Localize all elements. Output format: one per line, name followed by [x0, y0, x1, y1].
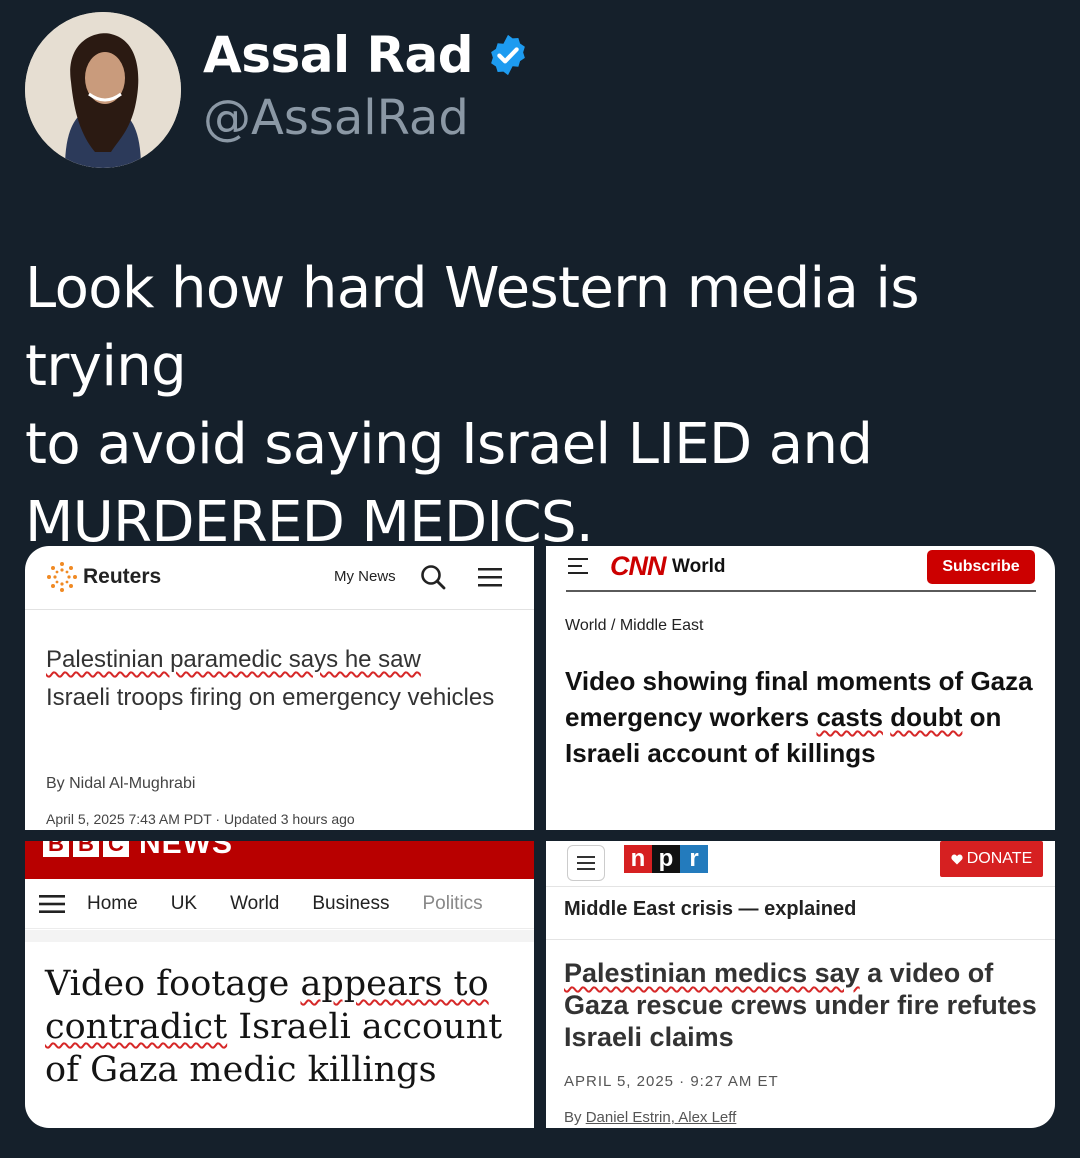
reuters-header: Reuters My News	[25, 546, 534, 610]
bbc-headline-underlined: appears to	[300, 964, 489, 1004]
avatar-photo	[25, 12, 181, 168]
display-name[interactable]: Assal Rad	[203, 26, 531, 84]
bbc-headline-text: Video footage	[45, 964, 301, 1004]
byline-author[interactable]: Nidal Al-Mughrabi	[69, 775, 195, 792]
cnn-headline-underlined: casts	[816, 702, 883, 732]
tweet-text-line: Look how hard Western media is trying	[25, 256, 920, 399]
cnn-screenshot[interactable]: CNN World Subscribe World / Middle East …	[546, 546, 1055, 830]
byline-prefix: By	[46, 775, 70, 792]
bbc-logo-block: C	[103, 841, 129, 857]
byline-authors[interactable]: Daniel Estrin, Alex Leff	[586, 1109, 737, 1126]
reuters-logo: Reuters	[45, 560, 161, 594]
search-icon[interactable]	[419, 563, 447, 591]
nav-item-business[interactable]: Business	[312, 893, 389, 915]
npr-screenshot[interactable]: n p r DONATE Middle East crisis — explai…	[546, 841, 1055, 1128]
npr-headline-underlined: Palestinian medics say	[564, 958, 860, 988]
divider	[25, 930, 534, 942]
verified-badge-icon	[491, 34, 525, 76]
divider	[566, 590, 1036, 592]
reuters-headline-underlined: Palestinian paramedic says he saw	[46, 646, 421, 673]
cnn-section-label[interactable]: World	[672, 556, 725, 578]
reuters-byline: By Nidal Al-Mughrabi	[46, 775, 195, 793]
cnn-headline-underlined: doubt	[890, 702, 963, 732]
divider	[546, 939, 1055, 940]
bbc-screenshot[interactable]: B B C NEWS Home UK World Business Politi…	[25, 841, 534, 1128]
heart-icon	[951, 854, 963, 864]
nav-item-home[interactable]: Home	[87, 893, 138, 915]
cnn-logo[interactable]: CNN	[610, 551, 666, 582]
menu-icon[interactable]	[568, 556, 590, 576]
reuters-screenshot[interactable]: Reuters My News Palestinian paramedic sa…	[25, 546, 534, 830]
display-name-text[interactable]: Assal Rad	[203, 26, 474, 84]
menu-button[interactable]	[567, 845, 605, 881]
nav-item-politics[interactable]: Politics	[422, 893, 482, 915]
npr-logo-letter: n	[624, 845, 652, 873]
tweet-text-line: to avoid saying Israel LIED and	[25, 412, 873, 477]
menu-icon[interactable]	[39, 894, 65, 914]
donate-button[interactable]: DONATE	[940, 841, 1043, 877]
breadcrumb[interactable]: World / Middle East	[565, 617, 703, 635]
npr-logo[interactable]: n p r	[624, 845, 708, 873]
tweet-text: Look how hard Western media is trying to…	[25, 250, 1065, 562]
bbc-nav: Home UK World Business Politics	[25, 879, 534, 929]
reuters-brand: Reuters	[83, 565, 162, 588]
menu-icon[interactable]	[477, 566, 503, 588]
byline-prefix: By	[564, 1109, 586, 1126]
npr-byline: By Daniel Estrin, Alex Leff	[564, 1109, 736, 1126]
user-handle[interactable]: @AssalRad	[203, 90, 469, 146]
reuters-headline[interactable]: Palestinian paramedic says he saw Israel…	[46, 641, 496, 717]
bbc-logo-block: B	[43, 841, 69, 857]
npr-date: APRIL 5, 2025 · 9:27 AM ET	[564, 1073, 779, 1090]
bbc-header: B B C NEWS	[25, 841, 534, 879]
bbc-logo-block: B	[73, 841, 99, 857]
reuters-date: April 5, 2025 7:43 AM PDT · Updated 3 ho…	[46, 811, 355, 827]
divider	[546, 886, 1055, 887]
npr-logo-letter: p	[652, 845, 680, 873]
avatar[interactable]	[25, 12, 181, 168]
bbc-logo[interactable]: B B C NEWS	[43, 841, 233, 861]
menu-icon	[577, 856, 595, 870]
npr-logo-letter: r	[680, 845, 708, 873]
nav-item-uk[interactable]: UK	[171, 893, 197, 915]
npr-headline[interactable]: Palestinian medics say a video of Gaza r…	[564, 957, 1044, 1053]
reuters-headline-rest: Israeli troops firing on emergency vehic…	[46, 684, 495, 711]
bbc-headline[interactable]: Video footage appears to contradict Israe…	[45, 963, 525, 1092]
nav-item-world[interactable]: World	[230, 893, 279, 915]
bbc-headline-underlined: contradict	[45, 1007, 228, 1047]
cnn-headline[interactable]: Video showing final moments of Gaza emer…	[565, 663, 1035, 771]
my-news-link[interactable]: My News	[334, 568, 396, 585]
reuters-logo-icon	[47, 562, 77, 592]
bbc-news-label: NEWS	[139, 841, 233, 860]
npr-kicker[interactable]: Middle East crisis — explained	[564, 898, 856, 921]
subscribe-button[interactable]: Subscribe	[927, 550, 1035, 584]
donate-label: DONATE	[966, 850, 1033, 867]
tweet-image-grid[interactable]: Reuters My News Palestinian paramedic sa…	[25, 546, 1055, 1128]
